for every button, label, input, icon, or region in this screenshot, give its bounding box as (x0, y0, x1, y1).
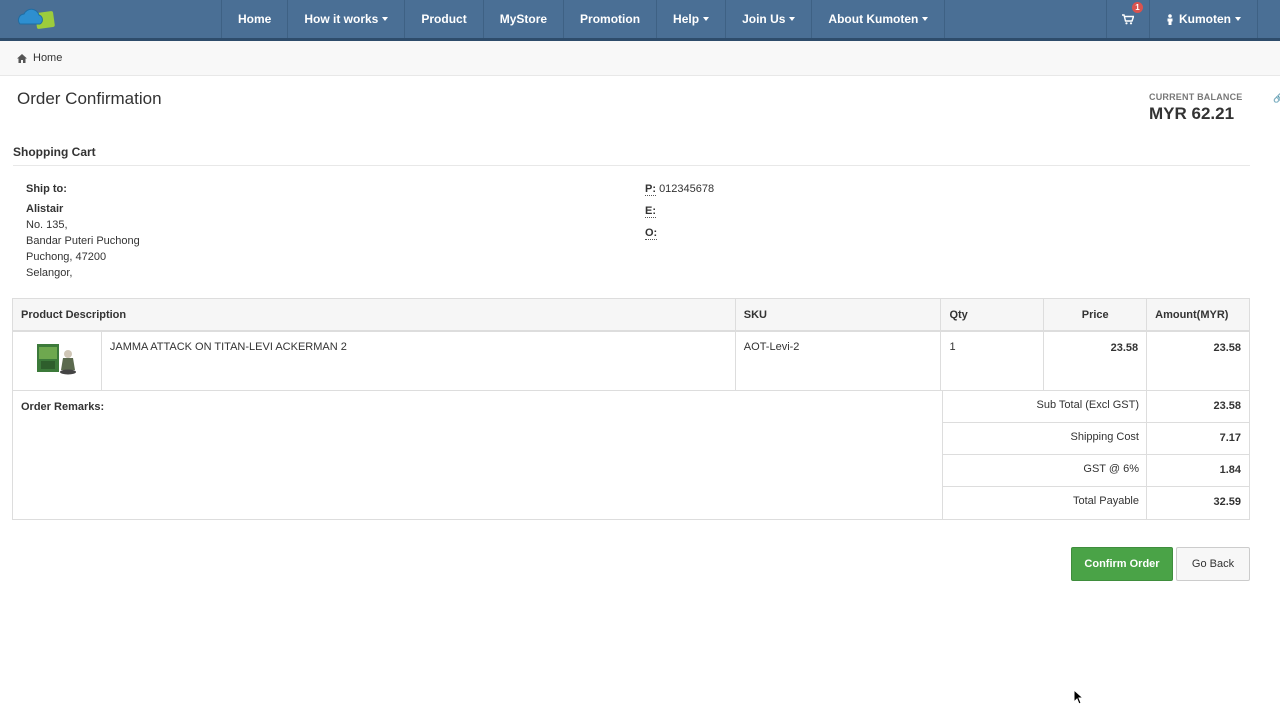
shopping-cart-title: Shopping Cart (13, 145, 96, 159)
contact-info: P: 012345678 E: O: (645, 183, 714, 249)
recipient-name: Alistair (26, 203, 64, 215)
header-price: Price (1044, 299, 1148, 330)
phone-value: 012345678 (659, 183, 715, 195)
email-row: E: (645, 205, 656, 218)
product-qty: 1 (941, 332, 1045, 390)
cart-count-badge: 1 (1132, 2, 1143, 13)
nav-help[interactable]: Help (657, 0, 727, 38)
gst-value: 1.84 (1219, 464, 1241, 476)
go-back-button[interactable]: Go Back (1176, 547, 1250, 581)
cart-icon (1122, 13, 1134, 24)
address-line: Selangor, (26, 267, 73, 279)
current-balance-label: CURRENT BALANCE (1149, 92, 1243, 102)
address-line: No. 135, (26, 219, 68, 231)
caret-down-icon (922, 17, 929, 21)
mouse-cursor-icon (1073, 688, 1085, 708)
order-remarks-label: Order Remarks: (13, 391, 943, 519)
main-nav: Home How it works Product MyStore Promot… (221, 0, 946, 38)
user-menu[interactable]: Kumoten (1150, 0, 1258, 38)
order-table: Product Description SKU Qty Price Amount… (12, 298, 1250, 520)
phone-row: P: 012345678 (645, 183, 715, 196)
order-summary: Order Remarks: Sub Total (Excl GST) 23.5… (13, 391, 1249, 519)
clipped-icon: 🔗 (1273, 93, 1280, 103)
cart-button[interactable]: 1 (1106, 0, 1150, 38)
nav-promotion[interactable]: Promotion (564, 0, 658, 38)
total-payable-value: 32.59 (1213, 496, 1241, 508)
subtotal-value: 23.58 (1213, 400, 1241, 412)
user-icon (1167, 13, 1173, 25)
product-description: JAMMA ATTACK ON TITAN-LEVI ACKERMAN 2 (102, 332, 736, 390)
header-amount: Amount(MYR) (1155, 308, 1229, 321)
ship-to-label: Ship to: (26, 183, 67, 195)
total-payable-row: Total Payable 32.59 (943, 487, 1249, 519)
page-title: Order Confirmation (17, 89, 162, 108)
breadcrumb: Home (0, 41, 1280, 76)
product-thumbnail-cell (13, 332, 102, 390)
product-sku: AOT-Levi-2 (736, 332, 942, 390)
table-header: Product Description SKU Qty Price Amount… (13, 299, 1249, 332)
nav-how-it-works[interactable]: How it works (288, 0, 406, 38)
nav-about-kumoten[interactable]: About Kumoten (812, 0, 946, 38)
breadcrumb-home-link[interactable]: Home (33, 52, 62, 64)
shipping-cost-row: Shipping Cost 7.17 (943, 423, 1249, 455)
product-thumbnail[interactable] (35, 342, 77, 376)
address-line: Bandar Puteri Puchong (26, 235, 140, 247)
office-row: O: (645, 227, 658, 240)
nav-join-us[interactable]: Join Us (726, 0, 813, 38)
caret-down-icon (703, 17, 710, 21)
nav-product[interactable]: Product (405, 0, 484, 38)
shipping-cost-value: 7.17 (1219, 432, 1241, 444)
totals-table: Sub Total (Excl GST) 23.58 Shipping Cost… (943, 391, 1249, 519)
table-row: JAMMA ATTACK ON TITAN-LEVI ACKERMAN 2 AO… (13, 332, 1249, 391)
header-qty: Qty (941, 299, 1045, 330)
nav-right: 1 Kumoten (1106, 0, 1258, 38)
ship-to-address: Ship to: Alistair No. 135, Bandar Puteri… (26, 181, 140, 281)
product-price: 23.58 (1044, 332, 1148, 390)
caret-down-icon (382, 17, 389, 21)
caret-down-icon (789, 17, 796, 21)
subtotal-row: Sub Total (Excl GST) 23.58 (943, 391, 1249, 423)
address-line: Puchong, 47200 (26, 251, 107, 263)
caret-down-icon (1235, 17, 1241, 21)
current-balance-value: MYR 62.21 (1149, 104, 1235, 123)
nav-home[interactable]: Home (222, 0, 289, 38)
divider (13, 165, 1250, 166)
home-icon (17, 53, 27, 63)
gst-row: GST @ 6% 1.84 (943, 455, 1249, 487)
confirm-order-button[interactable]: Confirm Order (1071, 547, 1173, 581)
header-product-description: Product Description (13, 299, 736, 330)
nav-mystore[interactable]: MyStore (484, 0, 565, 38)
top-navbar: Home How it works Product MyStore Promot… (0, 0, 1280, 41)
product-amount: 23.58 (1213, 342, 1241, 354)
kumoten-logo[interactable] (14, 6, 58, 32)
header-sku: SKU (736, 299, 942, 330)
